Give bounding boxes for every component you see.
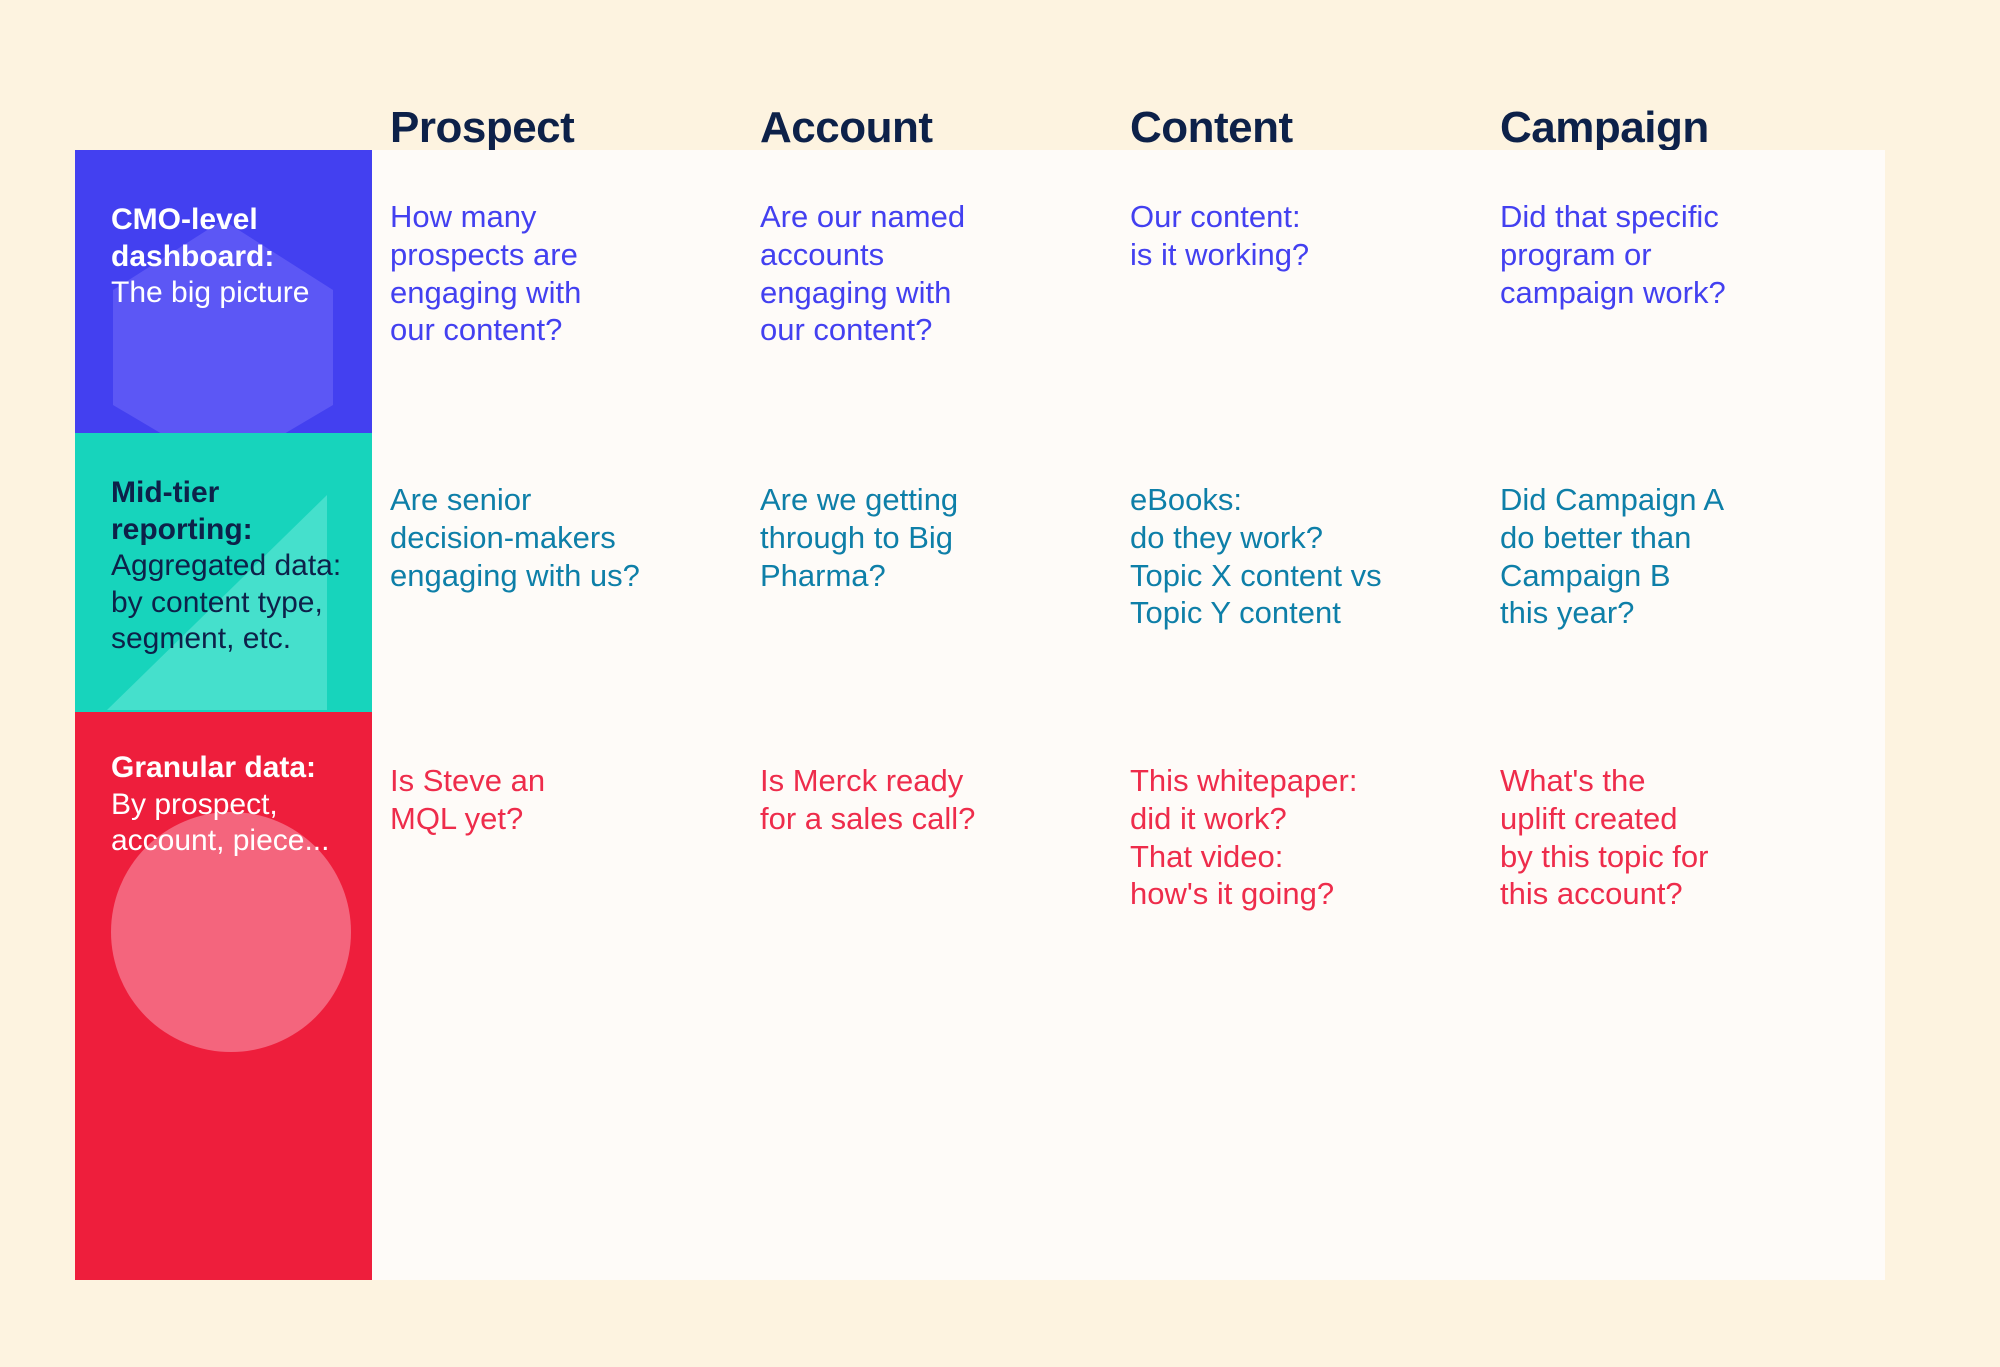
column-header-content: Content	[1130, 103, 1293, 152]
cell-granular-account: Is Merck ready for a sales call?	[760, 763, 976, 836]
row-label-subtitle: By prospect, account, piece...	[111, 787, 330, 858]
cell-granular-content: This whitepaper: did it work? That video…	[1130, 763, 1358, 912]
row-label-text: CMO-level dashboard: The big picture	[111, 202, 361, 312]
cell-granular-prospect: Is Steve an MQL yet?	[390, 763, 546, 836]
row-label-text: Granular data: By prospect, account, pie…	[111, 750, 361, 860]
cell-cmo-content: Our content: is it working?	[1130, 199, 1310, 272]
cell-midtier-prospect: Are senior decision-makers engaging with…	[390, 482, 640, 593]
cell-cmo-campaign: Did that specific program or campaign wo…	[1500, 199, 1726, 310]
row-label-text: Mid-tier reporting: Aggregated data: by …	[111, 475, 361, 658]
row-label-cmo-level-dashboard: CMO-level dashboard: The big picture	[75, 150, 372, 433]
cell-cmo-prospect: How many prospects are engaging with our…	[390, 199, 582, 348]
column-header-campaign: Campaign	[1500, 103, 1709, 152]
row-label-subtitle: Aggregated data: by content type, segmen…	[111, 549, 342, 656]
table-row: Mid-tier reporting: Aggregated data: by …	[75, 433, 1885, 712]
column-header-account: Account	[760, 103, 933, 152]
table-row: Granular data: By prospect, account, pie…	[75, 712, 1885, 1280]
cell-midtier-account: Are we getting through to Big Pharma?	[760, 482, 959, 593]
row-label-title: Granular data:	[111, 751, 317, 784]
cell-granular-campaign: What's the uplift created by this topic …	[1500, 763, 1709, 912]
row-label-title: Mid-tier reporting:	[111, 476, 253, 546]
cell-cmo-account: Are our named accounts engaging with our…	[760, 199, 966, 348]
table-row: CMO-level dashboard: The big picture How…	[75, 150, 1885, 433]
column-header-row: Prospect Account Content Campaign	[75, 70, 1885, 150]
row-label-mid-tier-reporting: Mid-tier reporting: Aggregated data: by …	[75, 433, 372, 712]
matrix-diagram: Prospect Account Content Campaign CMO-le…	[0, 0, 2000, 1367]
row-label-granular-data: Granular data: By prospect, account, pie…	[75, 712, 372, 1280]
cell-midtier-content: eBooks: do they work? Topic X content vs…	[1130, 482, 1382, 631]
row-label-title: CMO-level dashboard:	[111, 203, 275, 273]
column-header-prospect: Prospect	[390, 103, 575, 152]
matrix-table: CMO-level dashboard: The big picture How…	[75, 150, 1885, 1280]
cell-midtier-campaign: Did Campaign A do better than Campaign B…	[1500, 482, 1725, 631]
row-label-subtitle: The big picture	[111, 276, 310, 310]
